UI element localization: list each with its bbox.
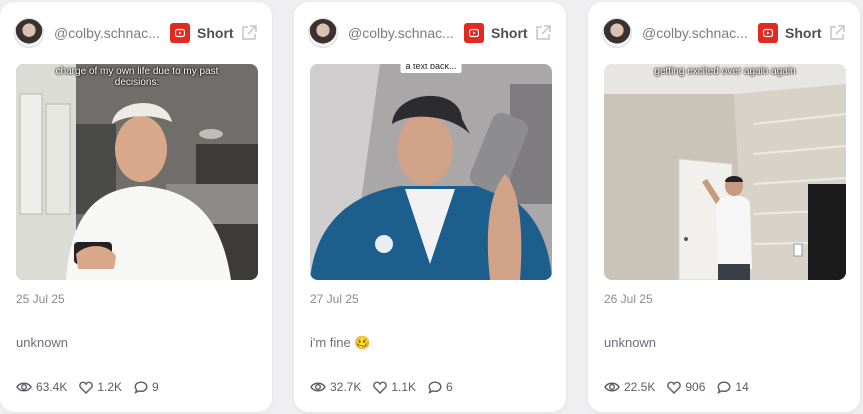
- post-date: 27 Jul 25: [310, 292, 359, 306]
- short-badge: Short: [464, 23, 528, 43]
- likes-count: 906: [685, 380, 706, 394]
- post-date: 26 Jul 25: [604, 292, 653, 306]
- engagement-stats: 63.4K 1.2K 9: [16, 380, 171, 394]
- comments-count: 9: [152, 380, 159, 394]
- likes-count: 1.1K: [391, 380, 417, 394]
- creator-handle[interactable]: @colby.schnac...: [642, 25, 750, 41]
- post-description: unknown: [604, 335, 657, 350]
- creator-handle[interactable]: @colby.schnac...: [54, 25, 162, 41]
- video-thumbnail[interactable]: charge of my own life due to my past dec…: [16, 64, 258, 280]
- heart-icon: [667, 381, 682, 394]
- heart-icon: [373, 381, 388, 394]
- avatar[interactable]: [308, 18, 338, 48]
- short-label: Short: [785, 25, 822, 41]
- post-date: 25 Jul 25: [16, 292, 65, 306]
- avatar[interactable]: [602, 18, 632, 48]
- youtube-icon: [758, 23, 778, 43]
- video-thumbnail[interactable]: getting excited over again again: [604, 64, 846, 280]
- views-stat: 63.4K: [16, 380, 67, 394]
- card-header: @colby.schnac... Short: [602, 16, 846, 50]
- eye-icon: [16, 382, 32, 392]
- likes-count: 1.2K: [97, 380, 123, 394]
- video-caption: getting excited over again again: [654, 66, 796, 77]
- engagement-stats: 32.7K 1.1K 6: [310, 380, 465, 394]
- avatar[interactable]: [14, 18, 44, 48]
- comments-stat: 9: [134, 380, 159, 394]
- video-card[interactable]: @colby.schnac... Short a text back... 27…: [294, 2, 566, 412]
- comments-stat: 6: [428, 380, 453, 394]
- comment-icon: [428, 380, 442, 394]
- creator-handle[interactable]: @colby.schnac...: [348, 25, 456, 41]
- engagement-stats: 22.5K 906 14: [604, 380, 761, 394]
- eye-icon: [604, 382, 620, 392]
- video-card[interactable]: @colby.schnac... Short charge of my own …: [0, 2, 272, 412]
- likes-stat: 1.2K: [79, 380, 122, 394]
- short-label: Short: [491, 25, 528, 41]
- video-thumbnail[interactable]: a text back...: [310, 64, 552, 280]
- short-badge: Short: [758, 23, 822, 43]
- video-caption: a text back...: [400, 64, 462, 73]
- comment-icon: [717, 380, 731, 394]
- comments-count: 14: [735, 380, 749, 394]
- youtube-icon: [170, 23, 190, 43]
- comment-icon: [134, 380, 148, 394]
- comments-stat: 14: [717, 380, 749, 394]
- heart-icon: [79, 381, 94, 394]
- views-stat: 32.7K: [310, 380, 361, 394]
- likes-stat: 1.1K: [373, 380, 416, 394]
- views-stat: 22.5K: [604, 380, 655, 394]
- post-description: i'm fine 🥴: [310, 335, 371, 350]
- video-card[interactable]: @colby.schnac... Short getting excited o…: [588, 2, 860, 412]
- external-link-icon[interactable]: [240, 24, 258, 42]
- eye-icon: [310, 382, 326, 392]
- card-header: @colby.schnac... Short: [14, 16, 258, 50]
- short-badge: Short: [170, 23, 234, 43]
- video-caption: charge of my own life due to my past dec…: [55, 66, 219, 88]
- comments-count: 6: [446, 380, 453, 394]
- external-link-icon[interactable]: [828, 24, 846, 42]
- views-count: 63.4K: [36, 380, 68, 394]
- post-description: unknown: [16, 335, 69, 350]
- external-link-icon[interactable]: [534, 24, 552, 42]
- views-count: 22.5K: [624, 380, 656, 394]
- short-label: Short: [197, 25, 234, 41]
- card-header: @colby.schnac... Short: [308, 16, 552, 50]
- youtube-icon: [464, 23, 484, 43]
- views-count: 32.7K: [330, 380, 362, 394]
- likes-stat: 906: [667, 380, 705, 394]
